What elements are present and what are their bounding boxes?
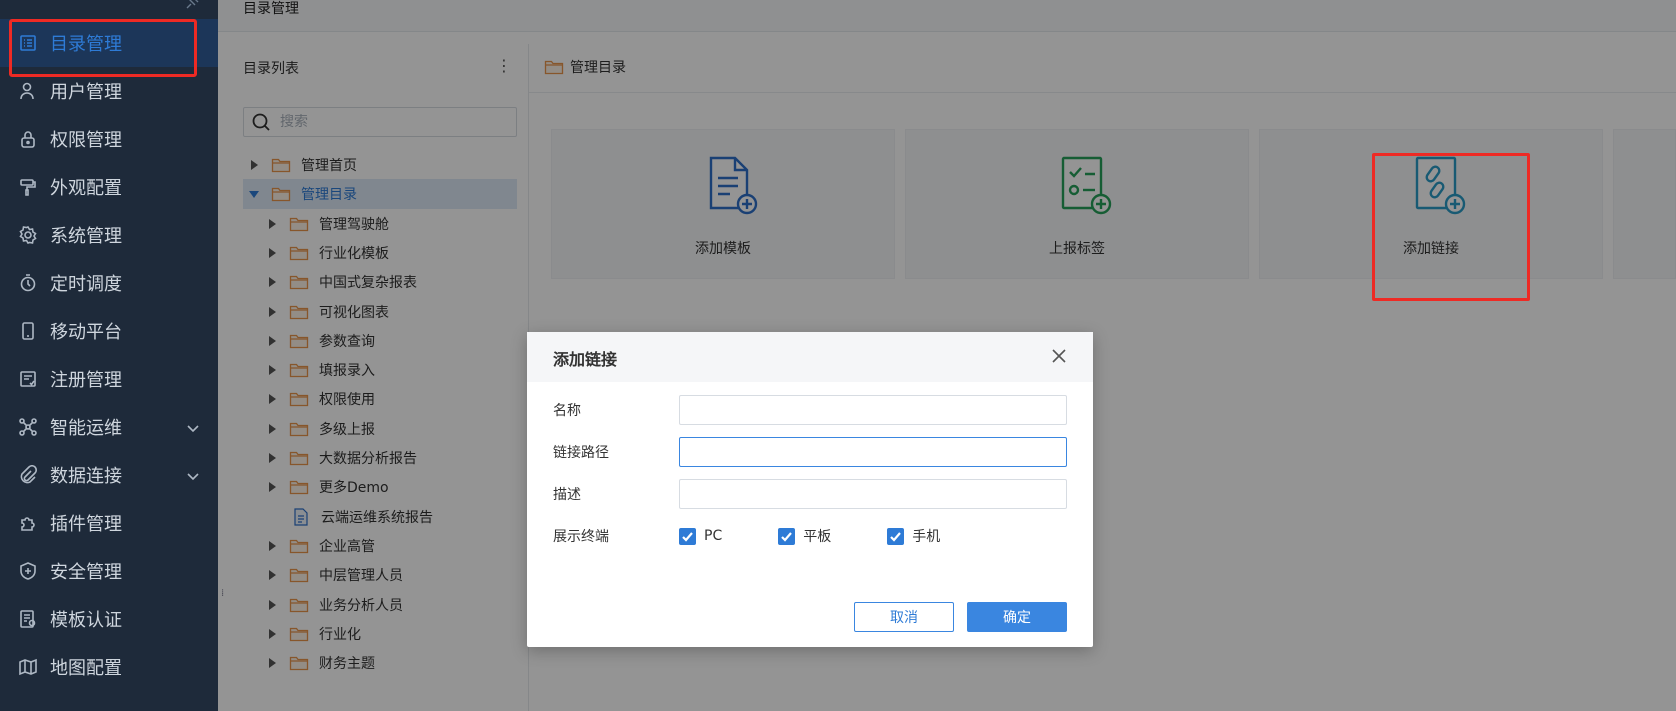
dialog-header: 添加链接 <box>527 332 1093 382</box>
checkbox-tablet[interactable]: 平板 <box>778 526 831 546</box>
name-label: 名称 <box>553 403 581 419</box>
sidebar-item-appearance[interactable]: 外观配置 <box>0 163 218 211</box>
sidebar-item-label: 数据连接 <box>50 466 122 487</box>
highlight-box <box>9 19 197 77</box>
sidebar-item-label: 移动平台 <box>50 322 122 343</box>
sidebar-item-ops[interactable]: 智能运维 <box>0 403 218 451</box>
shield-icon <box>18 561 38 581</box>
network-icon <box>18 417 38 437</box>
user-icon <box>18 81 38 101</box>
timer-icon <box>18 273 38 293</box>
sidebar: 目录管理 用户管理 权限管理 外观配置 系统管理 定时调度 移动平台 注册管理 … <box>0 0 218 711</box>
sidebar-item-permissions[interactable]: 权限管理 <box>0 115 218 163</box>
sidebar-item-label: 权限管理 <box>50 130 122 151</box>
confirm-button[interactable]: 确定 <box>967 602 1067 632</box>
checkbox-label: 平板 <box>803 529 832 545</box>
link-path-label: 链接路径 <box>553 445 609 461</box>
sidebar-item-data-connection[interactable]: 数据连接 <box>0 451 218 499</box>
sidebar-item-system[interactable]: 系统管理 <box>0 211 218 259</box>
sidebar-item-schedule[interactable]: 定时调度 <box>0 259 218 307</box>
sidebar-item-register[interactable]: 注册管理 <box>0 355 218 403</box>
sidebar-item-label: 智能运维 <box>50 418 122 439</box>
sidebar-item-label: 地图配置 <box>50 658 122 679</box>
link-path-row: 链接路径 <box>553 437 1073 467</box>
name-field[interactable] <box>679 395 1067 425</box>
check-icon <box>778 527 796 545</box>
sidebar-item-template-cert[interactable]: 模板认证 <box>0 595 218 643</box>
sidebar-item-plugins[interactable]: 插件管理 <box>0 499 218 547</box>
sidebar-item-map[interactable]: 地图配置 <box>0 643 218 691</box>
dialog-title: 添加链接 <box>553 350 618 369</box>
register-icon <box>18 369 38 389</box>
check-icon <box>679 527 696 545</box>
chevron-down-icon <box>186 419 200 433</box>
name-row: 名称 <box>553 395 1073 425</box>
sidebar-item-label: 插件管理 <box>50 514 122 535</box>
description-row: 描述 <box>553 479 1073 509</box>
sidebar-item-label: 定时调度 <box>50 274 122 295</box>
sidebar-item-label: 安全管理 <box>50 562 122 583</box>
highlight-box <box>1372 153 1530 301</box>
check-icon <box>887 527 905 545</box>
link-path-field[interactable] <box>679 437 1067 467</box>
pin-icon[interactable] <box>184 0 200 10</box>
puzzle-icon <box>18 513 38 533</box>
terminal-label: 展示终端 <box>553 529 609 545</box>
sidebar-item-security[interactable]: 安全管理 <box>0 547 218 595</box>
lock-icon <box>18 129 38 149</box>
paint-roller-icon <box>18 177 38 197</box>
sidebar-item-label: 外观配置 <box>50 178 122 199</box>
sidebar-item-label: 用户管理 <box>50 82 122 103</box>
description-label: 描述 <box>553 487 581 503</box>
mobile-icon <box>18 321 38 341</box>
sidebar-item-label: 模板认证 <box>50 610 122 631</box>
description-field[interactable] <box>679 479 1067 509</box>
close-icon[interactable] <box>1051 348 1067 364</box>
checkbox-pc[interactable]: PC <box>679 527 723 545</box>
gear-icon <box>18 225 38 245</box>
dialog-footer: 取消 确定 <box>854 602 1067 632</box>
checkbox-label: PC <box>704 528 723 544</box>
checkbox-phone[interactable]: 手机 <box>887 526 940 546</box>
chevron-down-icon <box>186 467 200 481</box>
sidebar-item-label: 注册管理 <box>50 370 122 391</box>
add-link-dialog: 添加链接 名称 链接路径 描述 展示终端 PC 平板 手机 取消 确定 <box>527 332 1093 647</box>
cancel-button[interactable]: 取消 <box>854 602 954 632</box>
terminal-row: 展示终端 PC 平板 手机 <box>553 521 1073 551</box>
sidebar-item-label: 系统管理 <box>50 226 122 247</box>
checkbox-label: 手机 <box>912 529 941 545</box>
certificate-icon <box>18 609 38 629</box>
sidebar-item-mobile[interactable]: 移动平台 <box>0 307 218 355</box>
paperclip-icon <box>18 465 38 485</box>
map-icon <box>18 657 38 677</box>
